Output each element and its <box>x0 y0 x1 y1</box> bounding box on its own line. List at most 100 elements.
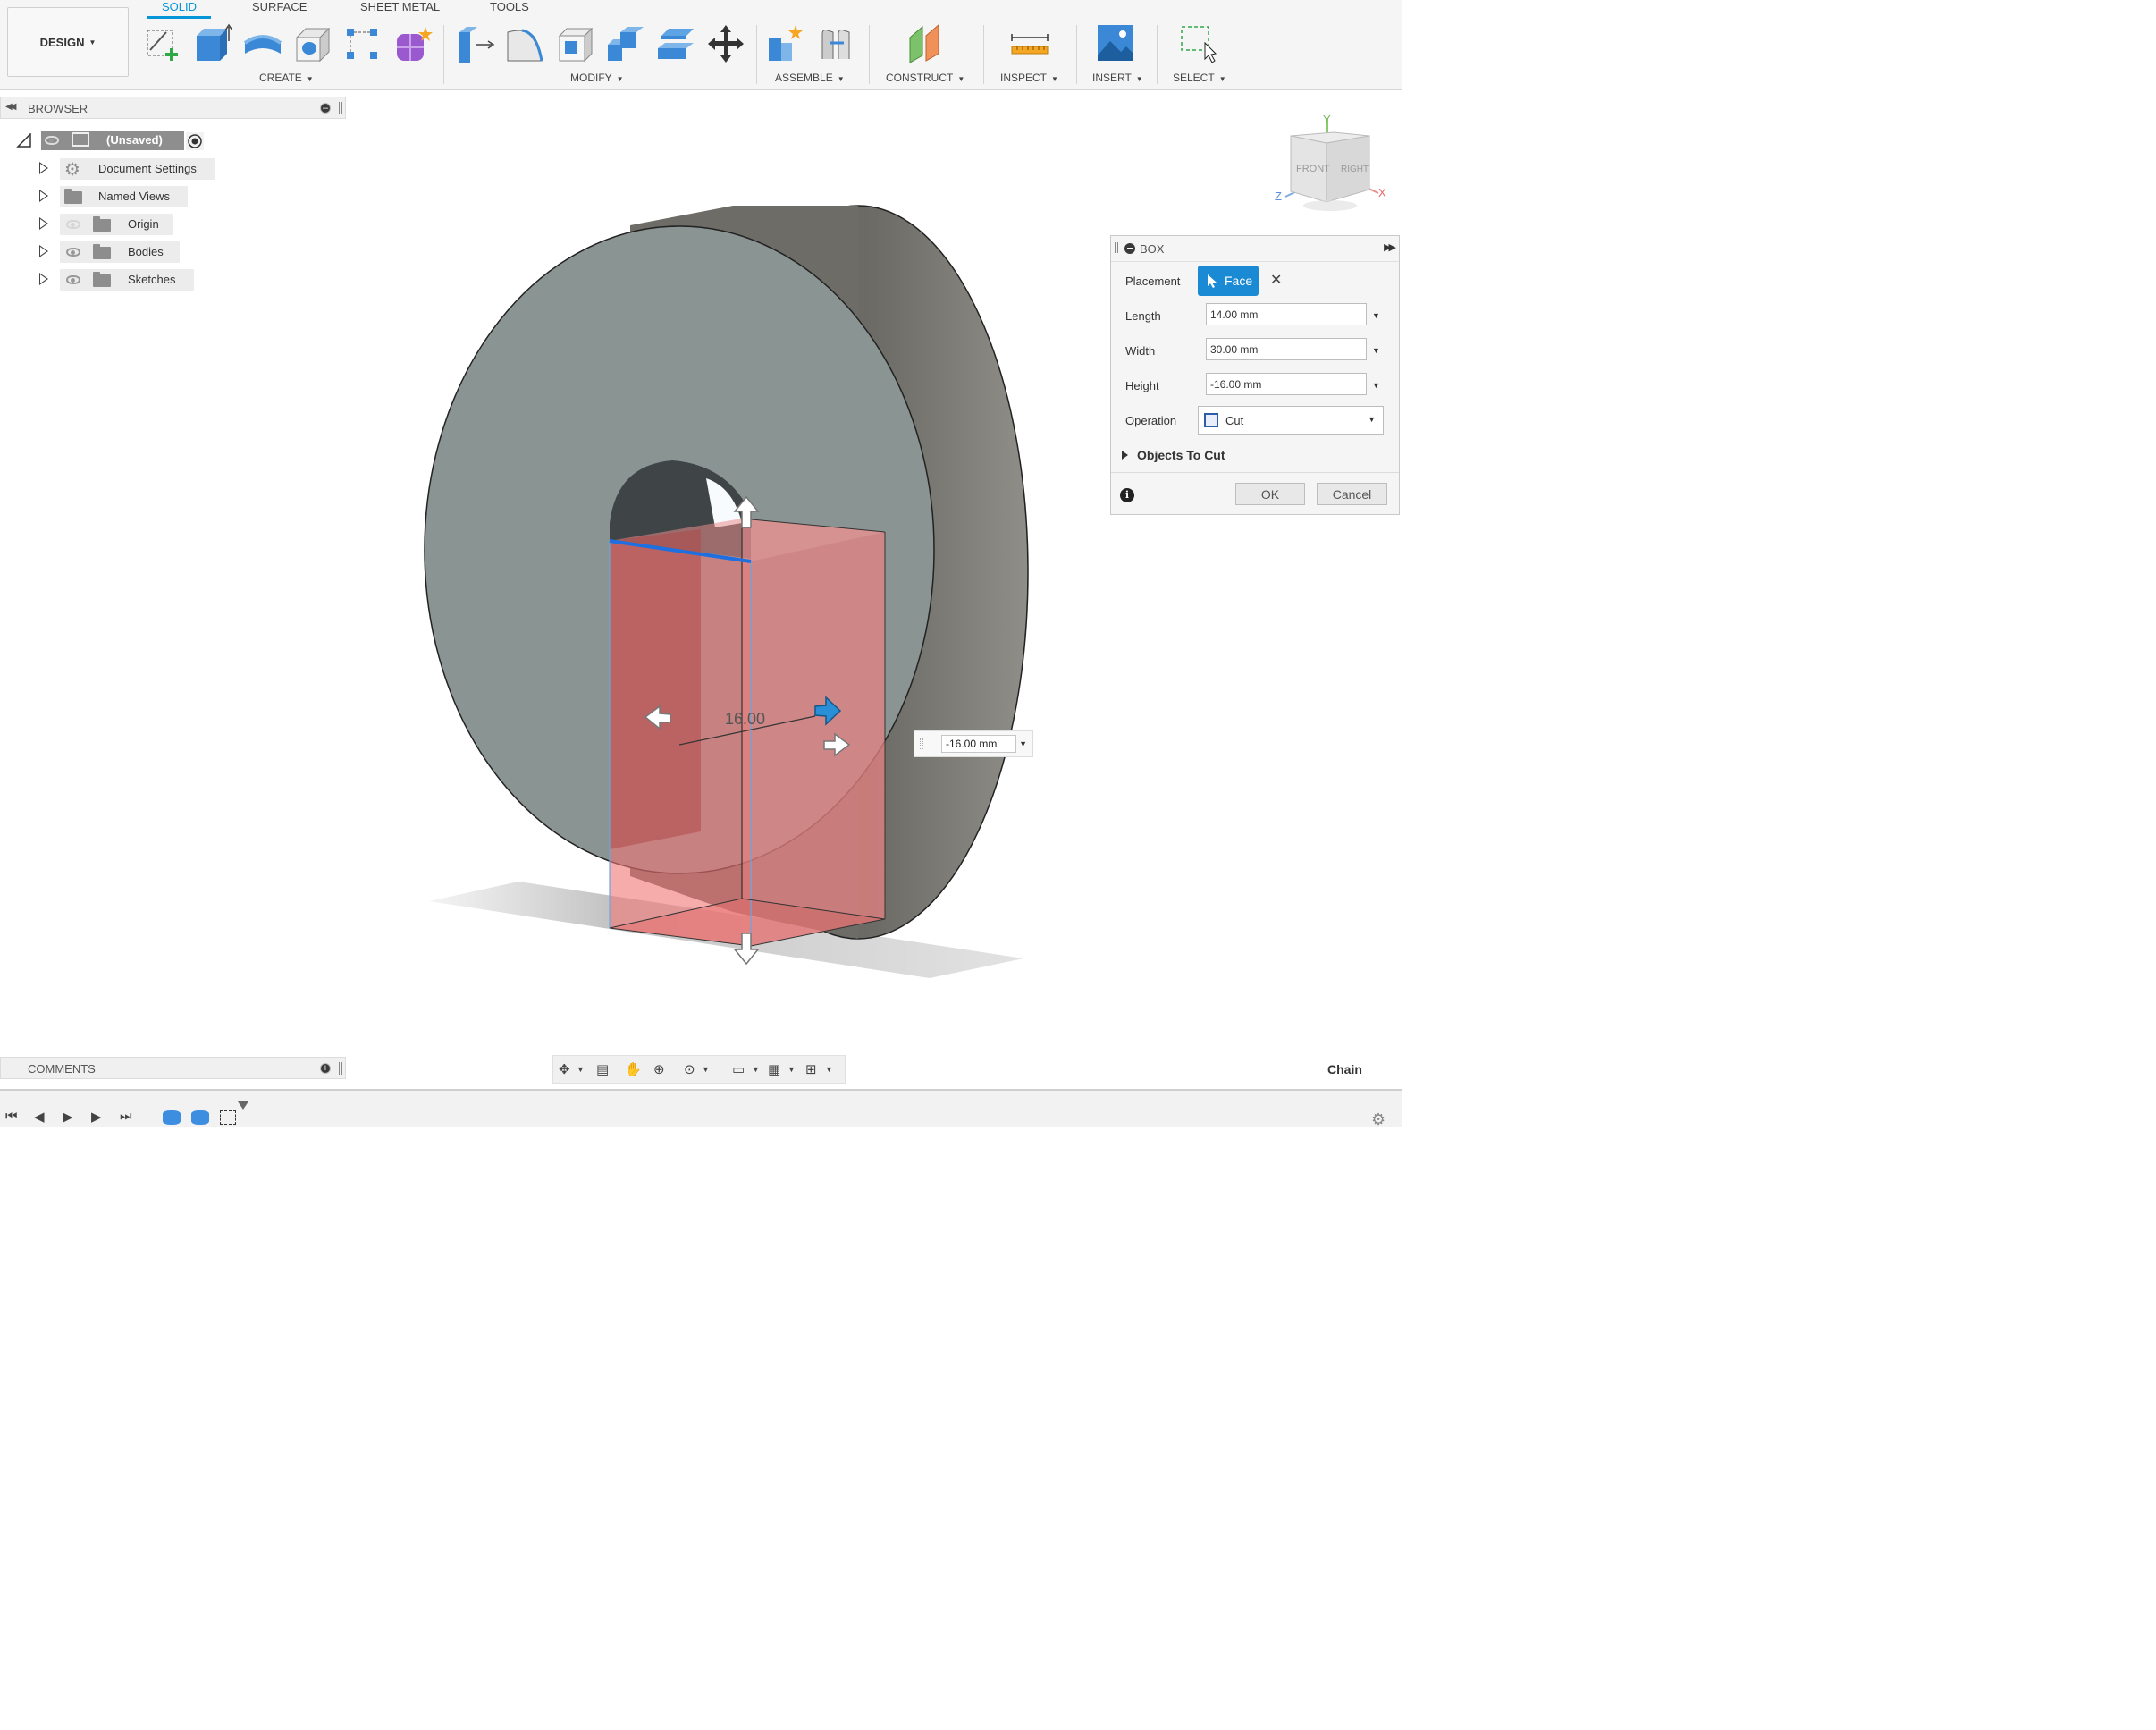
timeline-body-feature-icon[interactable] <box>191 1110 209 1125</box>
extrude-icon[interactable] <box>193 23 233 64</box>
ok-button[interactable]: OK <box>1235 483 1305 505</box>
grid-icon[interactable]: ▦ <box>768 1061 780 1077</box>
inspect-menu[interactable]: INSPECT ▼ <box>1000 72 1058 84</box>
minus-icon[interactable]: – <box>320 103 331 114</box>
create-menu[interactable]: CREATE ▼ <box>259 72 314 84</box>
activate-icon[interactable] <box>187 133 203 149</box>
drag-grip-icon[interactable] <box>1115 242 1118 253</box>
eye-icon[interactable] <box>45 136 59 145</box>
orbit-icon[interactable]: ✥ <box>559 1061 570 1077</box>
height-input[interactable] <box>1206 373 1367 395</box>
add-comment-icon[interactable]: + <box>320 1063 331 1074</box>
panel-grip-icon[interactable] <box>339 102 342 114</box>
pan-hand-icon[interactable]: ✋ <box>625 1061 642 1077</box>
minimize-dialog-icon[interactable] <box>1124 243 1135 254</box>
drag-grip-icon[interactable] <box>920 738 923 749</box>
chevron-down-icon[interactable]: ▼ <box>787 1065 796 1074</box>
clear-selection-icon[interactable]: ✕ <box>1270 271 1282 289</box>
expand-arrow-icon[interactable] <box>39 217 48 230</box>
placement-face-button[interactable]: Face <box>1198 266 1259 296</box>
combine-icon[interactable] <box>606 23 645 64</box>
panel-grip-icon[interactable] <box>339 1062 342 1075</box>
fit-icon[interactable]: ⊙ <box>684 1061 695 1077</box>
view-cube[interactable]: Y Z X FRONT RIGHT <box>1275 113 1386 211</box>
step-back-icon[interactable]: ◀ <box>34 1109 45 1125</box>
offset-plane-icon[interactable] <box>906 23 946 64</box>
workspace-label: DESIGN <box>39 35 85 49</box>
zoom-icon[interactable]: ⊕ <box>653 1061 665 1077</box>
expand-arrow-icon[interactable] <box>39 245 48 257</box>
assemble-menu[interactable]: ASSEMBLE ▼ <box>775 72 845 84</box>
workspace-switcher-button[interactable]: DESIGN ▼ <box>7 7 129 77</box>
width-input[interactable] <box>1206 338 1367 360</box>
main-toolbar: DESIGN ▼ SOLID SURFACE SHEET METAL TOOLS … <box>0 0 1402 90</box>
height-dropdown-icon[interactable]: ▼ <box>1372 381 1380 390</box>
window-select-icon[interactable] <box>1178 23 1217 64</box>
revolve-icon[interactable] <box>243 23 282 64</box>
measure-icon[interactable] <box>1010 23 1049 64</box>
heads-up-value-input[interactable] <box>941 735 1016 753</box>
display-settings-icon[interactable]: ▭ <box>732 1061 745 1077</box>
timeline-sketch-feature-icon[interactable] <box>220 1110 236 1125</box>
step-forward-icon[interactable]: ▶ <box>91 1109 102 1125</box>
expand-arrow-icon[interactable] <box>39 190 48 202</box>
info-icon[interactable]: i <box>1120 488 1134 502</box>
operation-select[interactable]: Cut ▼ <box>1198 406 1384 435</box>
insert-menu[interactable]: INSERT ▼ <box>1092 72 1143 84</box>
pattern-icon[interactable] <box>343 23 383 64</box>
construct-menu[interactable]: CONSTRUCT ▼ <box>886 72 964 84</box>
expand-arrow-icon[interactable] <box>39 273 48 285</box>
offset-face-icon[interactable] <box>656 23 695 64</box>
cut-preview-box[interactable] <box>609 518 886 947</box>
select-menu[interactable]: SELECT ▼ <box>1173 72 1226 84</box>
comments-header[interactable]: COMMENTS + <box>0 1057 346 1079</box>
eye-icon[interactable] <box>66 275 80 284</box>
move-icon[interactable] <box>706 23 745 64</box>
cancel-button[interactable]: Cancel <box>1317 483 1387 505</box>
expand-dialog-icon[interactable]: ▶▶ <box>1384 241 1396 253</box>
objects-to-cut-section[interactable]: Objects To Cut <box>1122 448 1225 462</box>
tab-surface[interactable]: SURFACE <box>252 0 307 13</box>
length-input[interactable] <box>1206 303 1367 325</box>
create-form-icon[interactable] <box>393 23 433 64</box>
go-to-start-icon[interactable]: ⏮ <box>5 1109 18 1124</box>
expand-arrow-icon[interactable] <box>39 162 48 174</box>
viewports-icon[interactable]: ⊞ <box>805 1061 817 1077</box>
play-icon[interactable]: ▶ <box>63 1109 73 1125</box>
look-at-icon[interactable]: ▤ <box>596 1061 609 1077</box>
root-label: (Unsaved) <box>106 133 163 147</box>
tab-sheet-metal[interactable]: SHEET METAL <box>360 0 440 13</box>
press-pull-icon[interactable] <box>456 23 495 64</box>
new-component-icon[interactable] <box>767 23 806 64</box>
toolbar-divider <box>869 25 870 84</box>
create-sketch-icon[interactable] <box>143 23 182 64</box>
eye-icon[interactable] <box>66 248 80 257</box>
tab-tools[interactable]: TOOLS <box>490 0 529 13</box>
chevron-down-icon[interactable]: ▼ <box>702 1065 710 1074</box>
insert-image-icon[interactable] <box>1096 23 1135 64</box>
browser-header[interactable]: ◀◀ BROWSER – <box>0 97 346 119</box>
width-dropdown-icon[interactable]: ▼ <box>1372 346 1380 355</box>
fillet-icon[interactable] <box>506 23 545 64</box>
gear-icon[interactable]: ⚙ <box>1371 1110 1385 1129</box>
placement-value: Face <box>1225 274 1253 288</box>
chevron-down-icon[interactable]: ▼ <box>1019 739 1027 748</box>
browser-item-label: Document Settings <box>98 162 197 175</box>
tab-solid[interactable]: SOLID <box>162 0 197 13</box>
expand-corner-icon[interactable] <box>16 133 32 148</box>
shell-icon[interactable] <box>556 23 595 64</box>
operation-value: Cut <box>1225 414 1244 427</box>
joint-icon[interactable] <box>817 23 856 64</box>
timeline-marker-icon[interactable] <box>238 1101 248 1110</box>
collapse-panel-icon[interactable]: ◀◀ <box>5 102 17 112</box>
hole-icon[interactable] <box>293 23 333 64</box>
chevron-down-icon[interactable]: ▼ <box>825 1065 833 1074</box>
timeline-body-feature-icon[interactable] <box>163 1110 181 1125</box>
dialog-header[interactable]: BOX ▶▶ <box>1111 236 1399 262</box>
chevron-down-icon[interactable]: ▼ <box>752 1065 760 1074</box>
go-to-end-icon[interactable]: ⏭ <box>120 1109 132 1124</box>
chevron-down-icon[interactable]: ▼ <box>577 1065 585 1074</box>
eye-hidden-icon[interactable] <box>66 220 80 229</box>
length-dropdown-icon[interactable]: ▼ <box>1372 311 1380 320</box>
modify-menu[interactable]: MODIFY ▼ <box>570 72 624 84</box>
